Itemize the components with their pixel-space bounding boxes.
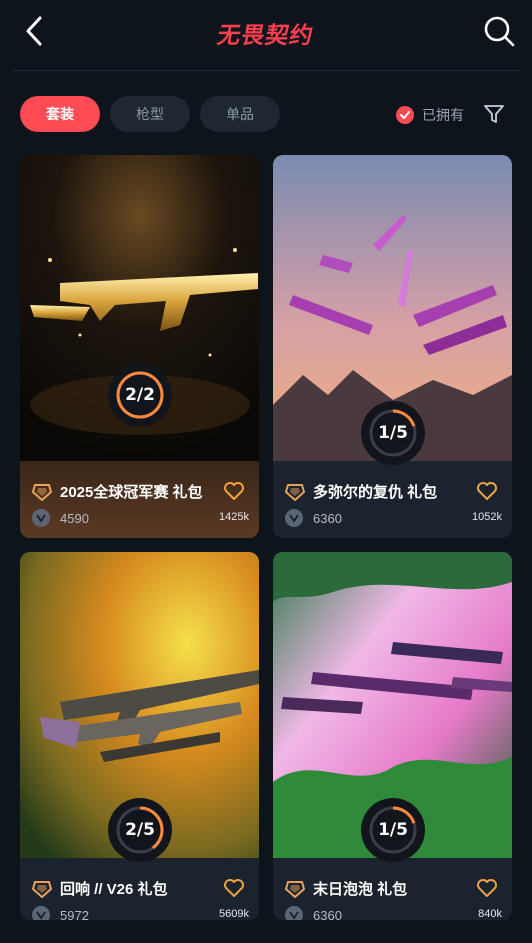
vp-currency-icon bbox=[32, 509, 50, 527]
bundle-info: 回响 // V26 礼包 5972 5609k bbox=[20, 858, 259, 920]
bundle-price: 5972 bbox=[60, 907, 89, 921]
heart-icon[interactable] bbox=[476, 878, 498, 898]
bundle-card[interactable]: 1/5 多弥尔的复仇 礼包 6360 1052k bbox=[273, 155, 512, 538]
progress-text: 2/5 bbox=[125, 820, 155, 840]
progress-text: 1/5 bbox=[378, 820, 408, 840]
header-divider bbox=[12, 70, 520, 71]
bundle-name: 多弥尔的复仇 礼包 bbox=[313, 484, 438, 501]
collection-progress: 2/2 bbox=[107, 362, 173, 428]
tab-weapon-type[interactable]: 枪型 bbox=[110, 96, 190, 132]
owned-toggle[interactable]: 已拥有 bbox=[396, 104, 464, 126]
like-count: 5609k bbox=[219, 908, 249, 920]
bundle-info: 末日泡泡 礼包 6360 840k bbox=[273, 858, 512, 920]
vp-currency-icon bbox=[285, 509, 303, 527]
bundle-price: 4590 bbox=[60, 510, 89, 526]
bundle-price: 6360 bbox=[313, 510, 342, 526]
filter-tabs: 套装 枪型 单品 bbox=[20, 96, 280, 132]
heart-icon[interactable] bbox=[476, 481, 498, 501]
owned-checkbox[interactable] bbox=[396, 106, 414, 124]
tier-badge-icon bbox=[285, 483, 305, 501]
owned-label: 已拥有 bbox=[422, 107, 464, 123]
checkmark-icon bbox=[400, 111, 410, 119]
bundle-name: 末日泡泡 礼包 bbox=[313, 881, 408, 898]
bundle-info: 多弥尔的复仇 礼包 6360 1052k bbox=[273, 461, 512, 538]
app-header: 无畏契约 bbox=[0, 0, 532, 68]
tier-badge-icon bbox=[32, 483, 52, 501]
progress-text: 2/2 bbox=[125, 385, 155, 405]
progress-text: 1/5 bbox=[378, 423, 408, 443]
like-count: 840k bbox=[478, 908, 502, 920]
tier-badge-icon bbox=[32, 880, 52, 898]
bundle-info: 2025全球冠军赛 礼包 4590 1425k bbox=[20, 461, 259, 538]
like-count: 1425k bbox=[219, 511, 249, 523]
bundle-name: 2025全球冠军赛 礼包 bbox=[60, 484, 203, 501]
tab-single-items[interactable]: 单品 bbox=[200, 96, 280, 132]
collection-progress: 1/5 bbox=[360, 400, 426, 466]
bundle-card[interactable]: 2/5 回响 // V26 礼包 5972 5609k bbox=[20, 552, 259, 920]
bundle-name: 回响 // V26 礼包 bbox=[60, 881, 168, 898]
vp-currency-icon bbox=[285, 906, 303, 920]
collection-progress: 1/5 bbox=[360, 797, 426, 863]
collection-progress: 2/5 bbox=[107, 797, 173, 863]
bundle-card[interactable]: 1/5 末日泡泡 礼包 6360 840k bbox=[273, 552, 512, 920]
bundle-card[interactable]: 2/2 2025全球冠军赛 礼包 4590 1425k bbox=[20, 155, 259, 538]
app-title: 无畏契约 bbox=[215, 23, 316, 49]
bundle-price: 6360 bbox=[313, 907, 342, 921]
heart-icon[interactable] bbox=[223, 481, 245, 501]
vp-currency-icon bbox=[32, 906, 50, 920]
like-count: 1052k bbox=[472, 511, 502, 523]
search-icon[interactable] bbox=[482, 14, 516, 48]
heart-icon[interactable] bbox=[223, 878, 245, 898]
tier-badge-icon bbox=[285, 880, 305, 898]
funnel-icon[interactable] bbox=[482, 102, 506, 126]
tab-bundles[interactable]: 套装 bbox=[20, 96, 100, 132]
